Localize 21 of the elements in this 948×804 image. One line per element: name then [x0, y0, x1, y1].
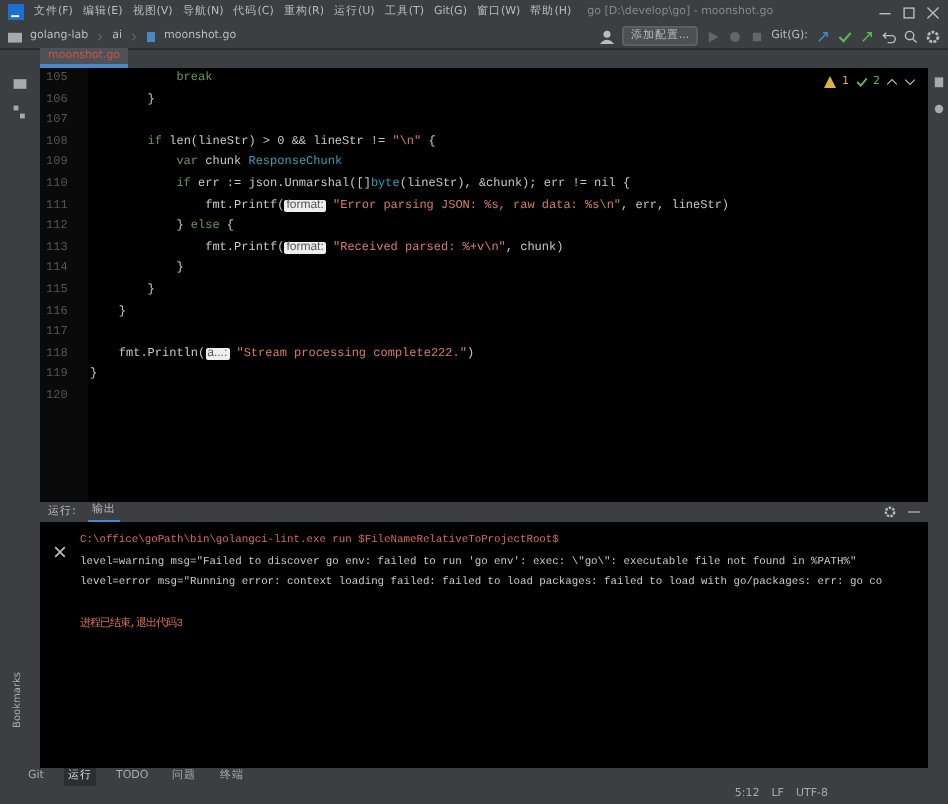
- close-icon[interactable]: [54, 546, 66, 558]
- user-icon[interactable]: [600, 29, 615, 43]
- check-icon[interactable]: [838, 29, 852, 43]
- maximize-icon[interactable]: [902, 5, 916, 19]
- chevron-up-icon[interactable]: [886, 76, 898, 89]
- update-icon[interactable]: [816, 29, 830, 43]
- settings-icon[interactable]: [926, 29, 940, 43]
- undo-icon[interactable]: [882, 29, 896, 43]
- file-icon: [146, 29, 157, 43]
- chevron-down-icon[interactable]: [904, 76, 916, 89]
- chevron-icon: [130, 31, 139, 41]
- search-icon[interactable]: [904, 29, 918, 43]
- close-icon[interactable]: [926, 5, 940, 19]
- warning-icon: [824, 76, 836, 89]
- check-icon: [855, 76, 867, 89]
- structure-icon[interactable]: [12, 104, 28, 120]
- push-icon[interactable]: [860, 29, 874, 43]
- app-logo-icon: [8, 4, 24, 20]
- chevron-icon: [96, 31, 105, 41]
- hide-icon[interactable]: [908, 506, 920, 518]
- settings-icon[interactable]: [884, 506, 896, 518]
